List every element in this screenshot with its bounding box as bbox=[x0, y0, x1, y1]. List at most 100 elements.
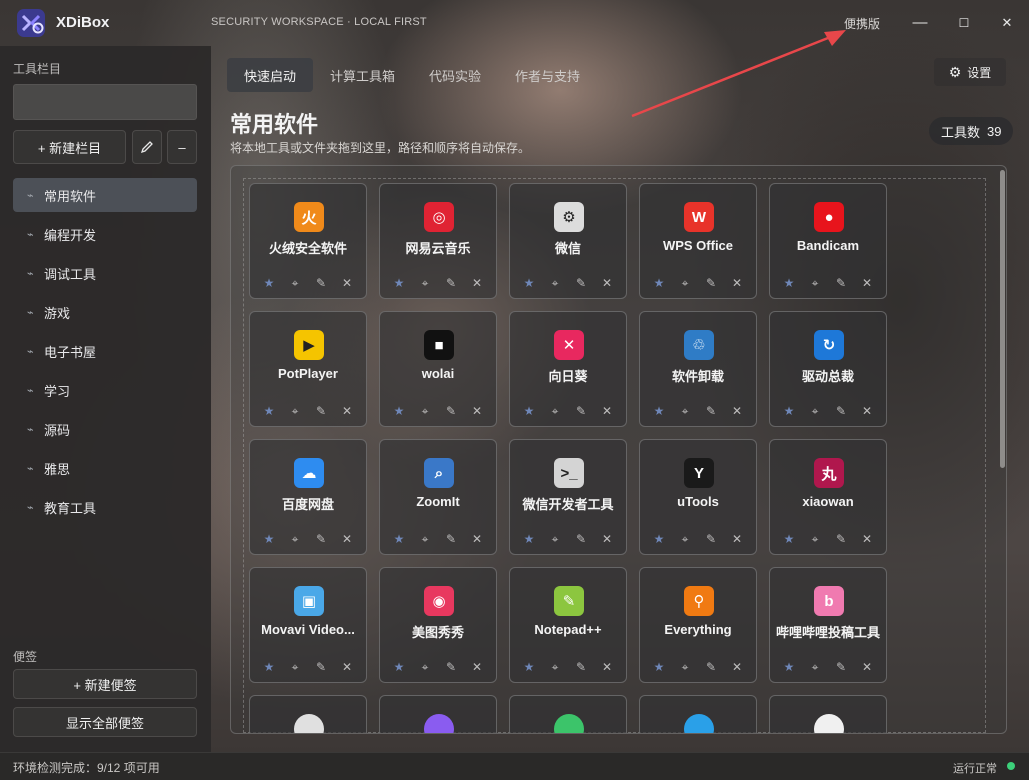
locate-button[interactable]: ⌖ bbox=[676, 404, 694, 419]
tool-card[interactable]: ⌕ ZoomIt ★ ⌖ ✎ ✕ bbox=[379, 439, 497, 555]
favorite-button[interactable]: ★ bbox=[390, 404, 408, 419]
edit-button[interactable]: ✎ bbox=[442, 404, 460, 419]
favorite-button[interactable]: ★ bbox=[780, 404, 798, 419]
locate-button[interactable]: ⌖ bbox=[676, 276, 694, 291]
tool-card[interactable]: b 哔哩哔哩投稿工具 ★ ⌖ ✎ ✕ bbox=[769, 567, 887, 683]
edit-button[interactable]: ✎ bbox=[572, 660, 590, 675]
locate-button[interactable]: ⌖ bbox=[806, 532, 824, 547]
favorite-button[interactable]: ★ bbox=[520, 276, 538, 291]
sidebar-item-ebooks[interactable]: ⌁ 电子书屋 bbox=[13, 334, 197, 368]
show-all-notes-button[interactable]: 显示全部便签 bbox=[13, 707, 197, 737]
edit-button[interactable]: ✎ bbox=[572, 532, 590, 547]
locate-button[interactable]: ⌖ bbox=[286, 660, 304, 675]
favorite-button[interactable]: ★ bbox=[520, 660, 538, 675]
locate-button[interactable]: ⌖ bbox=[676, 532, 694, 547]
locate-button[interactable]: ⌖ bbox=[416, 532, 434, 547]
tool-card[interactable]: ↻ 驱动总裁 ★ ⌖ ✎ ✕ bbox=[769, 311, 887, 427]
remove-button[interactable]: ✕ bbox=[858, 532, 876, 547]
locate-button[interactable]: ⌖ bbox=[286, 532, 304, 547]
sidebar-item-programming[interactable]: ⌁ 编程开发 bbox=[13, 217, 197, 251]
settings-button[interactable]: ⚙ 设置 bbox=[934, 58, 1006, 86]
locate-button[interactable]: ⌖ bbox=[546, 660, 564, 675]
remove-button[interactable]: ✕ bbox=[338, 404, 356, 419]
edit-button[interactable]: ✎ bbox=[312, 404, 330, 419]
tool-card[interactable]: ◎ 网易云音乐 ★ ⌖ ✎ ✕ bbox=[379, 183, 497, 299]
sidebar-item-debug[interactable]: ⌁ 调试工具 bbox=[13, 256, 197, 290]
edit-button[interactable]: ✎ bbox=[832, 532, 850, 547]
remove-button[interactable]: ✕ bbox=[468, 532, 486, 547]
tool-card[interactable] bbox=[639, 695, 757, 733]
edit-button[interactable]: ✎ bbox=[312, 276, 330, 291]
tool-card[interactable]: ▣ Movavi Video... ★ ⌖ ✎ ✕ bbox=[249, 567, 367, 683]
favorite-button[interactable]: ★ bbox=[260, 276, 278, 291]
favorite-button[interactable]: ★ bbox=[260, 532, 278, 547]
remove-button[interactable]: ✕ bbox=[598, 660, 616, 675]
edit-button[interactable]: ✎ bbox=[702, 660, 720, 675]
edit-button[interactable]: ✎ bbox=[442, 660, 460, 675]
tab-quick-launch[interactable]: 快速启动 bbox=[227, 58, 314, 92]
locate-button[interactable]: ⌖ bbox=[546, 404, 564, 419]
remove-button[interactable]: ✕ bbox=[468, 660, 486, 675]
sidebar-item-source[interactable]: ⌁ 源码 bbox=[13, 412, 197, 446]
favorite-button[interactable]: ★ bbox=[260, 404, 278, 419]
edit-button[interactable]: ✎ bbox=[702, 532, 720, 547]
tool-card[interactable]: 丸 xiaowan ★ ⌖ ✎ ✕ bbox=[769, 439, 887, 555]
edit-button[interactable]: ✎ bbox=[832, 660, 850, 675]
tool-card[interactable]: >_ 微信开发者工具 ★ ⌖ ✎ ✕ bbox=[509, 439, 627, 555]
edit-button[interactable]: ✎ bbox=[442, 532, 460, 547]
edit-button[interactable]: ✎ bbox=[832, 276, 850, 291]
tab-code-lab[interactable]: 代码实验 bbox=[412, 58, 498, 92]
locate-button[interactable]: ⌖ bbox=[416, 276, 434, 291]
tab-calculator[interactable]: 计算工具箱 bbox=[313, 58, 412, 92]
maximize-button[interactable]: ☐ bbox=[950, 10, 978, 36]
remove-button[interactable]: ✕ bbox=[468, 276, 486, 291]
favorite-button[interactable]: ★ bbox=[390, 276, 408, 291]
remove-button[interactable]: ✕ bbox=[858, 276, 876, 291]
tool-card[interactable] bbox=[379, 695, 497, 733]
favorite-button[interactable]: ★ bbox=[780, 532, 798, 547]
edit-button[interactable]: ✎ bbox=[312, 532, 330, 547]
favorite-button[interactable]: ★ bbox=[650, 276, 668, 291]
remove-button[interactable]: ✕ bbox=[858, 660, 876, 675]
tool-card[interactable]: 火火绒安全软件 ★ ⌖ ✎ ✕ bbox=[249, 183, 367, 299]
tab-author[interactable]: 作者与支持 bbox=[498, 58, 597, 92]
sidebar-item-ielts[interactable]: ⌁ 雅思 bbox=[13, 451, 197, 485]
tool-card[interactable]: ✕ 向日葵 ★ ⌖ ✎ ✕ bbox=[509, 311, 627, 427]
tool-card[interactable]: ● Bandicam ★ ⌖ ✎ ✕ bbox=[769, 183, 887, 299]
remove-button[interactable]: ✕ bbox=[598, 532, 616, 547]
locate-button[interactable]: ⌖ bbox=[806, 404, 824, 419]
edit-button[interactable]: ✎ bbox=[702, 404, 720, 419]
tool-card[interactable]: ■ wolai ★ ⌖ ✎ ✕ bbox=[379, 311, 497, 427]
favorite-button[interactable]: ★ bbox=[780, 660, 798, 675]
new-column-button[interactable]: + 新建栏目 bbox=[13, 130, 126, 164]
favorite-button[interactable]: ★ bbox=[780, 276, 798, 291]
remove-button[interactable]: ✕ bbox=[728, 404, 746, 419]
locate-button[interactable]: ⌖ bbox=[286, 276, 304, 291]
tool-card[interactable]: ⚲ Everything ★ ⌖ ✎ ✕ bbox=[639, 567, 757, 683]
new-note-button[interactable]: + 新建便签 bbox=[13, 669, 197, 699]
close-button[interactable]: ✕ bbox=[993, 10, 1021, 36]
locate-button[interactable]: ⌖ bbox=[416, 660, 434, 675]
remove-button[interactable]: ✕ bbox=[338, 276, 356, 291]
tool-card[interactable]: W WPS Office ★ ⌖ ✎ ✕ bbox=[639, 183, 757, 299]
locate-button[interactable]: ⌖ bbox=[286, 404, 304, 419]
minimize-button[interactable]: — bbox=[906, 10, 934, 36]
edit-button[interactable]: ✎ bbox=[702, 276, 720, 291]
favorite-button[interactable]: ★ bbox=[520, 404, 538, 419]
tool-card[interactable]: ◉ 美图秀秀 ★ ⌖ ✎ ✕ bbox=[379, 567, 497, 683]
locate-button[interactable]: ⌖ bbox=[806, 276, 824, 291]
tool-card[interactable]: ⚙ 微信 ★ ⌖ ✎ ✕ bbox=[509, 183, 627, 299]
tool-card[interactable]: ♲ 软件卸载 ★ ⌖ ✎ ✕ bbox=[639, 311, 757, 427]
locate-button[interactable]: ⌖ bbox=[416, 404, 434, 419]
locate-button[interactable]: ⌖ bbox=[546, 276, 564, 291]
remove-button[interactable]: ✕ bbox=[858, 404, 876, 419]
favorite-button[interactable]: ★ bbox=[650, 660, 668, 675]
remove-button[interactable]: ✕ bbox=[728, 276, 746, 291]
edit-button[interactable]: ✎ bbox=[312, 660, 330, 675]
sidebar-item-common[interactable]: ⌁ 常用软件 bbox=[13, 178, 197, 212]
column-name-input[interactable] bbox=[13, 84, 197, 120]
tool-card[interactable]: ☁ 百度网盘 ★ ⌖ ✎ ✕ bbox=[249, 439, 367, 555]
sidebar-item-games[interactable]: ⌁ 游戏 bbox=[13, 295, 197, 329]
tool-card[interactable]: YuTools ★ ⌖ ✎ ✕ bbox=[639, 439, 757, 555]
edit-button[interactable]: ✎ bbox=[442, 276, 460, 291]
